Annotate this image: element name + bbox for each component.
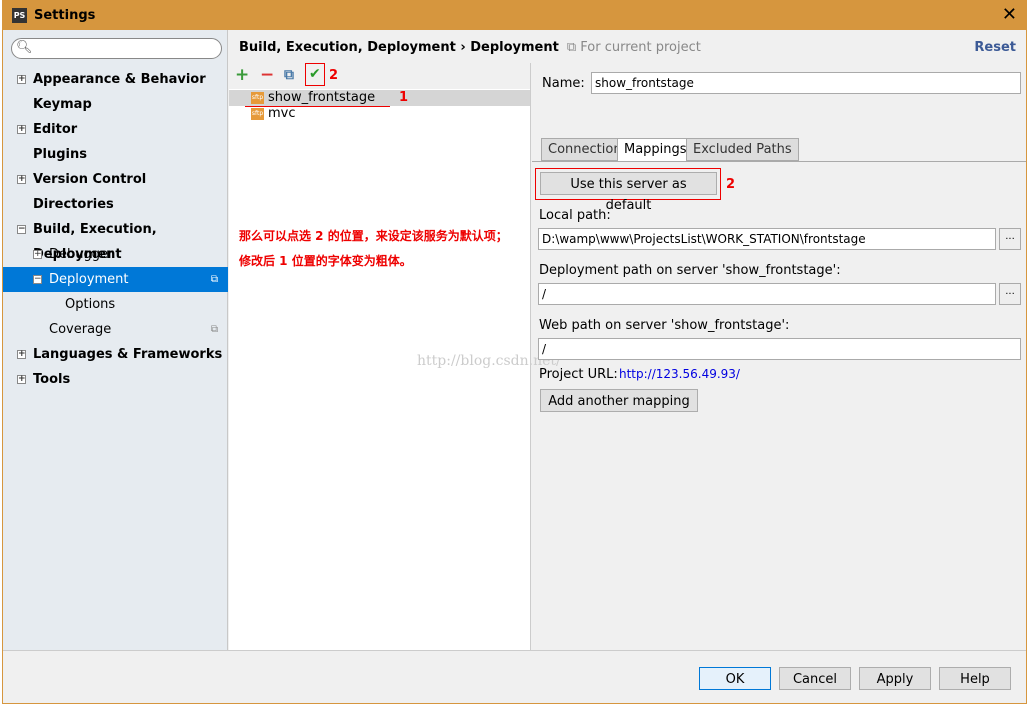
close-icon[interactable]: ✕ xyxy=(1002,4,1017,25)
sidebar-item-options[interactable]: Options xyxy=(3,292,228,317)
sftp-icon: sftp xyxy=(251,91,264,104)
help-button[interactable]: Help xyxy=(939,667,1011,690)
server-list-pane: + − ⧉ ✔ 2 sftp show_frontstage 1 sftp mvc … xyxy=(229,63,561,650)
window-title: Settings xyxy=(34,7,96,23)
sidebar-item-label: Directories xyxy=(33,197,114,212)
sidebar-item-coverage[interactable]: Coverage ⧉ xyxy=(3,317,228,342)
sidebar-item-label: Editor xyxy=(33,122,78,137)
project-scope-icon: ⧉ xyxy=(210,274,218,285)
phpstorm-logo-icon: PS xyxy=(12,7,27,23)
deploy-path-field[interactable] xyxy=(538,283,996,305)
expand-icon[interactable]: + xyxy=(17,350,26,359)
project-scope-icon: ⧉ xyxy=(210,324,218,335)
search-input[interactable]: 🔍︎ xyxy=(11,38,222,59)
sidebar-item-version-control[interactable]: + Version Control xyxy=(3,167,228,192)
project-url-label: Project URL: xyxy=(539,367,618,382)
sidebar-item-languages-frameworks[interactable]: + Languages & Frameworks xyxy=(3,342,228,367)
sidebar-item-keymap[interactable]: Keymap xyxy=(3,92,228,117)
title-bar: PS Settings ✕ xyxy=(2,0,1027,30)
remove-icon[interactable]: − xyxy=(260,65,274,85)
sidebar-item-label: Coverage xyxy=(49,322,112,337)
local-path-label: Local path: xyxy=(539,208,611,223)
expand-icon[interactable]: + xyxy=(17,175,26,184)
server-name: show_frontstage xyxy=(268,90,376,105)
collapse-icon[interactable]: − xyxy=(17,225,26,234)
annotation-note: 那么可以点选 2 的位置，来设定该服务为默认项； xyxy=(239,229,508,243)
breadcrumb: Build, Execution, Deployment › Deploymen… xyxy=(239,40,701,55)
sidebar-item-label: Deployment xyxy=(49,272,129,287)
project-url-link[interactable]: http://123.56.49.93/ xyxy=(619,367,740,381)
server-item[interactable]: sftp mvc xyxy=(229,106,530,122)
sidebar-item-editor[interactable]: + Editor xyxy=(3,117,228,142)
sidebar-item-label: Appearance & Behavior xyxy=(33,72,206,87)
sftp-icon: sftp xyxy=(251,107,264,120)
sidebar-item-directories[interactable]: Directories xyxy=(3,192,228,217)
tab-mappings[interactable]: Mappings xyxy=(617,138,694,161)
cancel-button[interactable]: Cancel xyxy=(779,667,851,690)
web-path-label: Web path on server 'show_frontstage': xyxy=(539,318,790,333)
browse-local-button[interactable]: ... xyxy=(999,228,1021,250)
sidebar-item-deployment[interactable]: − Deployment ⧉ xyxy=(3,267,228,292)
tab-connection[interactable]: Connection xyxy=(541,138,629,161)
search-icon: 🔍︎ xyxy=(16,40,33,55)
copy-icon[interactable]: ⧉ xyxy=(284,67,294,83)
server-item[interactable]: sftp show_frontstage xyxy=(229,90,530,106)
sidebar-item-build-execution-deployment[interactable]: − Build, Execution, Deployment xyxy=(3,217,228,262)
breadcrumb-text: Build, Execution, Deployment › Deploymen… xyxy=(239,40,559,55)
sidebar-item-label: Keymap xyxy=(33,97,92,112)
server-details: Name: Connection Mappings Excluded Paths… xyxy=(532,63,1026,650)
expand-icon[interactable]: + xyxy=(17,125,26,134)
set-default-server-icon[interactable]: ✔ xyxy=(309,66,321,82)
sidebar-item-appearance-behavior[interactable]: + Appearance & Behavior xyxy=(3,67,228,92)
sidebar-item-plugins[interactable]: Plugins xyxy=(3,142,228,167)
annotation-marker-2: 2 xyxy=(726,177,736,192)
sidebar-item-label: Debugger xyxy=(49,247,114,262)
scope-label: ⧉ For current project xyxy=(566,40,701,55)
dialog-footer: OK Cancel Apply Help xyxy=(3,650,1026,703)
list-toolbar: + − ⧉ ✔ 2 xyxy=(229,63,530,89)
name-label: Name: xyxy=(542,76,585,91)
ok-button[interactable]: OK xyxy=(699,667,771,690)
collapse-icon[interactable]: − xyxy=(33,275,42,284)
name-field[interactable] xyxy=(591,72,1021,94)
sidebar-item-label: Options xyxy=(65,297,116,312)
use-as-default-button[interactable]: Use this server as default xyxy=(540,172,717,213)
web-path-field[interactable] xyxy=(538,338,1021,360)
expand-icon[interactable]: + xyxy=(17,375,26,384)
sidebar-item-label: Version Control xyxy=(33,172,147,187)
apply-button[interactable]: Apply xyxy=(859,667,931,690)
sidebar-item-label: Tools xyxy=(33,372,71,387)
browse-deploy-button[interactable]: ... xyxy=(999,283,1021,305)
deploy-path-label: Deployment path on server 'show_frontsta… xyxy=(539,263,841,278)
settings-window: PS Settings ✕ 🔍︎ + Appearance & Behavior K… xyxy=(2,0,1027,704)
add-mapping-button[interactable]: Add another mapping xyxy=(540,389,698,412)
annotation-marker-2: 2 xyxy=(329,68,339,83)
expand-icon[interactable]: + xyxy=(33,250,42,259)
server-name: mvc xyxy=(268,106,296,121)
sidebar-item-label: Plugins xyxy=(33,147,87,162)
annotation-note: 修改后 1 位置的字体变为粗体。 xyxy=(239,254,412,268)
annotation-marker-1: 1 xyxy=(399,90,409,105)
sidebar-item-tools[interactable]: + Tools xyxy=(3,367,228,392)
reset-link[interactable]: Reset xyxy=(974,40,1016,55)
sidebar-item-debugger[interactable]: + Debugger xyxy=(3,242,228,267)
expand-icon[interactable]: + xyxy=(17,75,26,84)
tab-excluded-paths[interactable]: Excluded Paths xyxy=(686,138,799,161)
settings-sidebar: 🔍︎ + Appearance & Behavior Keymap + Editor Pl… xyxy=(3,30,228,650)
add-icon[interactable]: + xyxy=(235,65,249,85)
sidebar-item-label: Languages & Frameworks xyxy=(33,347,223,362)
local-path-field[interactable] xyxy=(538,228,996,250)
